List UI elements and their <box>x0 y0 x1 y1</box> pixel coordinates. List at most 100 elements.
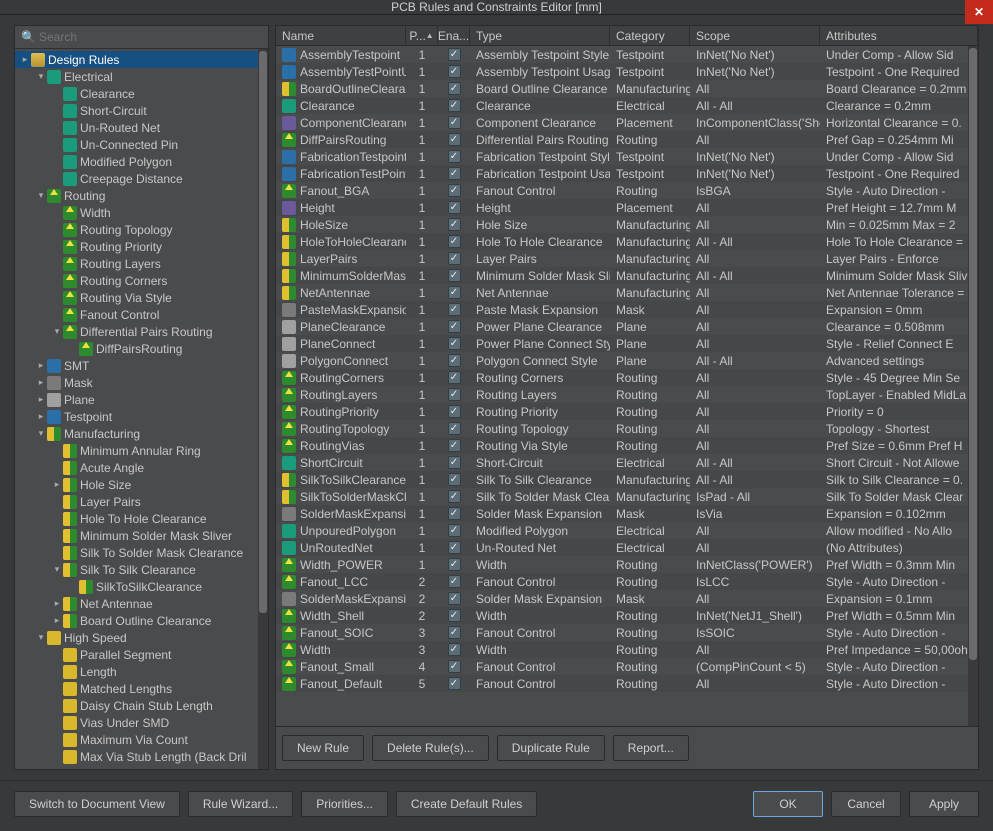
close-button[interactable]: ✕ <box>965 0 993 24</box>
column-priority[interactable]: P... <box>406 26 438 45</box>
table-row[interactable]: Height1✓HeightPlacementAllPref Height = … <box>276 199 968 216</box>
table-row[interactable]: PlaneConnect1✓Power Plane Connect StylPl… <box>276 335 968 352</box>
search-input[interactable] <box>39 30 262 44</box>
table-row[interactable]: RoutingPriority1✓Routing PriorityRouting… <box>276 403 968 420</box>
tree-item[interactable]: ▾High Speed <box>15 629 268 646</box>
expand-icon[interactable]: ▸ <box>35 360 47 371</box>
report-button[interactable]: Report... <box>613 735 689 761</box>
table-row[interactable]: Clearance1✓ClearanceElectricalAll - AllC… <box>276 97 968 114</box>
expand-icon[interactable]: ▾ <box>51 564 63 575</box>
enabled-checkbox[interactable]: ✓ <box>448 133 461 146</box>
rule-wizard-button[interactable]: Rule Wizard... <box>188 791 293 817</box>
rules-tree[interactable]: ▸Design Rules▾ElectricalClearanceShort-C… <box>15 49 268 769</box>
table-row[interactable]: Fanout_BGA1✓Fanout ControlRoutingIsBGASt… <box>276 182 968 199</box>
tree-item[interactable]: Routing Topology <box>15 221 268 238</box>
column-name[interactable]: Name <box>276 26 406 45</box>
expand-icon[interactable]: ▾ <box>35 190 47 201</box>
table-row[interactable]: NetAntennae1✓Net AntennaeManufacturingAl… <box>276 284 968 301</box>
enabled-checkbox[interactable]: ✓ <box>448 422 461 435</box>
column-scope[interactable]: Scope <box>690 26 820 45</box>
enabled-checkbox[interactable]: ✓ <box>448 507 461 520</box>
table-row[interactable]: SilkToSolderMaskClear1✓Silk To Solder Ma… <box>276 488 968 505</box>
enabled-checkbox[interactable]: ✓ <box>448 575 461 588</box>
enabled-checkbox[interactable]: ✓ <box>448 201 461 214</box>
tree-item[interactable]: Minimum Annular Ring <box>15 442 268 459</box>
table-row[interactable]: ShortCircuit1✓Short-CircuitElectricalAll… <box>276 454 968 471</box>
enabled-checkbox[interactable]: ✓ <box>448 609 461 622</box>
column-category[interactable]: Category <box>610 26 690 45</box>
tree-item[interactable]: ▸Mask <box>15 374 268 391</box>
tree-item[interactable]: Un-Connected Pin <box>15 136 268 153</box>
table-row[interactable]: UnpouredPolygon1✓Modified PolygonElectri… <box>276 522 968 539</box>
tree-item[interactable]: Layer Pairs <box>15 493 268 510</box>
expand-icon[interactable]: ▾ <box>35 71 47 82</box>
tree-item[interactable]: Max Via Stub Length (Back Dril <box>15 748 268 765</box>
table-row[interactable]: Fanout_SOIC3✓Fanout ControlRoutingIsSOIC… <box>276 624 968 641</box>
enabled-checkbox[interactable]: ✓ <box>448 303 461 316</box>
priorities-button[interactable]: Priorities... <box>301 791 388 817</box>
grid-scrollbar[interactable] <box>968 46 978 726</box>
table-row[interactable]: Width3✓WidthRoutingAllPref Impedance = 5… <box>276 641 968 658</box>
table-row[interactable]: FabricationTestpoint1✓Fabrication Testpo… <box>276 148 968 165</box>
table-row[interactable]: HoleSize1✓Hole SizeManufacturingAllMin =… <box>276 216 968 233</box>
tree-item[interactable]: Hole To Hole Clearance <box>15 510 268 527</box>
tree-item[interactable]: Short-Circuit <box>15 102 268 119</box>
table-row[interactable]: Fanout_Small4✓Fanout ControlRouting(Comp… <box>276 658 968 675</box>
enabled-checkbox[interactable]: ✓ <box>448 524 461 537</box>
tree-item[interactable]: ▸Net Antennae <box>15 595 268 612</box>
enabled-checkbox[interactable]: ✓ <box>448 269 461 282</box>
expand-icon[interactable]: ▾ <box>35 632 47 643</box>
switch-view-button[interactable]: Switch to Document View <box>14 791 180 817</box>
tree-item[interactable]: Silk To Solder Mask Clearance <box>15 544 268 561</box>
enabled-checkbox[interactable]: ✓ <box>448 48 461 61</box>
duplicate-rule-button[interactable]: Duplicate Rule <box>497 735 605 761</box>
enabled-checkbox[interactable]: ✓ <box>448 252 461 265</box>
table-row[interactable]: Fanout_LCC2✓Fanout ControlRoutingIsLCCSt… <box>276 573 968 590</box>
tree-item[interactable]: ▾Silk To Silk Clearance <box>15 561 268 578</box>
table-row[interactable]: AssemblyTestpoint1✓Assembly Testpoint St… <box>276 46 968 63</box>
enabled-checkbox[interactable]: ✓ <box>448 439 461 452</box>
enabled-checkbox[interactable]: ✓ <box>448 184 461 197</box>
table-row[interactable]: RoutingLayers1✓Routing LayersRoutingAllT… <box>276 386 968 403</box>
enabled-checkbox[interactable]: ✓ <box>448 558 461 571</box>
tree-item[interactable]: ▸Testpoint <box>15 408 268 425</box>
tree-item[interactable]: Width <box>15 204 268 221</box>
tree-item[interactable]: Clearance <box>15 85 268 102</box>
enabled-checkbox[interactable]: ✓ <box>448 371 461 384</box>
table-row[interactable]: PlaneClearance1✓Power Plane ClearancePla… <box>276 318 968 335</box>
tree-item[interactable]: Routing Corners <box>15 272 268 289</box>
table-row[interactable]: MinimumSolderMaskSl1✓Minimum Solder Mask… <box>276 267 968 284</box>
delete-rule-button[interactable]: Delete Rule(s)... <box>372 735 489 761</box>
table-row[interactable]: AssemblyTestPointUsag1✓Assembly Testpoin… <box>276 63 968 80</box>
tree-scrollbar[interactable] <box>258 49 268 769</box>
table-row[interactable]: Fanout_Default5✓Fanout ControlRoutingAll… <box>276 675 968 692</box>
tree-item[interactable]: ▾Manufacturing <box>15 425 268 442</box>
tree-item[interactable]: Fanout Control <box>15 306 268 323</box>
tree-item[interactable]: Modified Polygon <box>15 153 268 170</box>
table-row[interactable]: RoutingVias1✓Routing Via StyleRoutingAll… <box>276 437 968 454</box>
column-enabled[interactable]: Ena... <box>438 26 470 45</box>
expand-icon[interactable]: ▸ <box>35 411 47 422</box>
table-row[interactable]: BoardOutlineClearance1✓Board Outline Cle… <box>276 80 968 97</box>
table-row[interactable]: FabricationTestPointUs1✓Fabrication Test… <box>276 165 968 182</box>
expand-icon[interactable]: ▾ <box>35 428 47 439</box>
tree-item[interactable]: Creepage Distance <box>15 170 268 187</box>
enabled-checkbox[interactable]: ✓ <box>448 473 461 486</box>
expand-icon[interactable]: ▸ <box>51 615 63 626</box>
tree-item[interactable]: Acute Angle <box>15 459 268 476</box>
enabled-checkbox[interactable]: ✓ <box>448 235 461 248</box>
tree-item[interactable]: Routing Layers <box>15 255 268 272</box>
tree-item[interactable]: Daisy Chain Stub Length <box>15 697 268 714</box>
tree-item[interactable]: SilkToSilkClearance <box>15 578 268 595</box>
tree-item[interactable]: Length <box>15 663 268 680</box>
table-row[interactable]: Width_POWER1✓WidthRoutingInNetClass('POW… <box>276 556 968 573</box>
enabled-checkbox[interactable]: ✓ <box>448 167 461 180</box>
table-row[interactable]: HoleToHoleClearance1✓Hole To Hole Cleara… <box>276 233 968 250</box>
table-row[interactable]: PolygonConnect1✓Polygon Connect StylePla… <box>276 352 968 369</box>
tree-item[interactable]: ▾Electrical <box>15 68 268 85</box>
cancel-button[interactable]: Cancel <box>831 791 901 817</box>
tree-item[interactable]: Maximum Via Count <box>15 731 268 748</box>
tree-item[interactable]: Routing Via Style <box>15 289 268 306</box>
table-row[interactable]: SolderMaskExpansion_22✓Solder Mask Expan… <box>276 590 968 607</box>
tree-item[interactable]: ▸Board Outline Clearance <box>15 612 268 629</box>
